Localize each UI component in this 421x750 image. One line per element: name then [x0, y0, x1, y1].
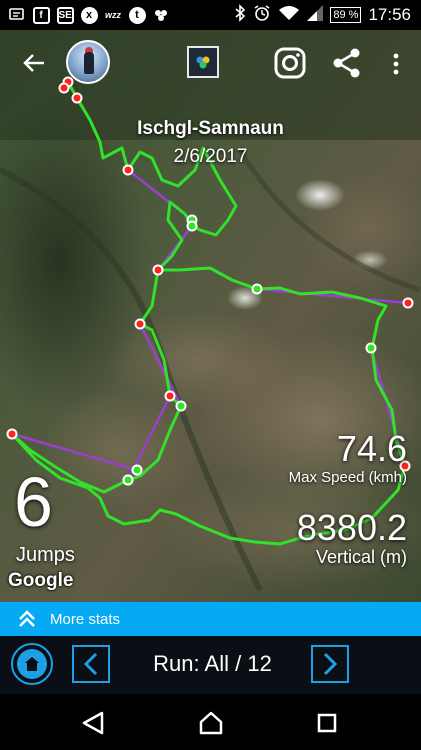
share-icon: [333, 48, 360, 78]
signal-icon: [307, 4, 324, 26]
more-vert-icon: [393, 53, 399, 75]
previous-run-button[interactable]: [72, 645, 110, 683]
system-back-button[interactable]: [80, 710, 106, 736]
jumps-label: Jumps: [16, 544, 75, 566]
share-button[interactable]: [331, 47, 363, 79]
double-chevron-up-icon: [19, 610, 35, 627]
map-layers-icon: [196, 56, 210, 69]
vertical-label: Vertical (m): [315, 547, 407, 567]
xda-icon: x: [80, 6, 98, 24]
wzz-icon: wzz: [104, 10, 121, 20]
chevron-right-icon: [323, 652, 338, 676]
jumps-value: 6: [14, 463, 53, 541]
more-stats-bar[interactable]: More stats: [0, 602, 421, 636]
max-speed-value: 74.6: [336, 428, 407, 469]
next-run-button[interactable]: [311, 645, 349, 683]
tumblr-icon: t: [128, 6, 146, 24]
avatar[interactable]: [66, 40, 110, 84]
chevron-left-icon: [83, 652, 98, 676]
system-recents-button[interactable]: [316, 712, 338, 734]
instagram-icon: [274, 47, 306, 79]
system-navigation-bar: [0, 694, 421, 750]
wifi-icon: [278, 5, 300, 26]
max-speed-label: Max Speed (kmh): [288, 469, 407, 486]
home-icon: [25, 657, 39, 671]
back-button[interactable]: [20, 48, 50, 78]
battery-indicator: 89 %: [330, 7, 362, 23]
status-bar: f SE x wzz t 89 % 17:56: [0, 0, 421, 30]
google-attribution: Google: [8, 570, 74, 591]
recents-square-icon: [317, 713, 337, 733]
trip-title: Ischgl-Samnaun: [137, 118, 284, 139]
home-button[interactable]: [11, 643, 53, 685]
clock: 17:56: [368, 5, 411, 24]
messenger-icon: [152, 6, 170, 24]
overflow-menu-button[interactable]: [388, 50, 404, 78]
notification-icon: [8, 6, 26, 24]
bluetooth-icon: [234, 3, 246, 27]
triangle-back-icon: [82, 711, 104, 735]
stackexchange-icon: SE: [56, 6, 74, 24]
facebook-icon: f: [32, 6, 50, 24]
alarm-icon: [253, 4, 271, 27]
map-layer-button[interactable]: [187, 46, 219, 78]
arrow-left-icon: [23, 54, 44, 72]
system-home-button[interactable]: [197, 709, 225, 737]
run-selector-label: Run: All / 12: [153, 651, 272, 676]
home-outline-icon: [199, 711, 223, 735]
run-navigation-bar: Run: All / 12: [0, 636, 421, 694]
vertical-value: 8380.2: [296, 507, 407, 548]
trip-date: 2/6/2017: [173, 146, 248, 167]
instagram-button[interactable]: [273, 46, 307, 80]
more-stats-label: More stats: [50, 610, 121, 628]
